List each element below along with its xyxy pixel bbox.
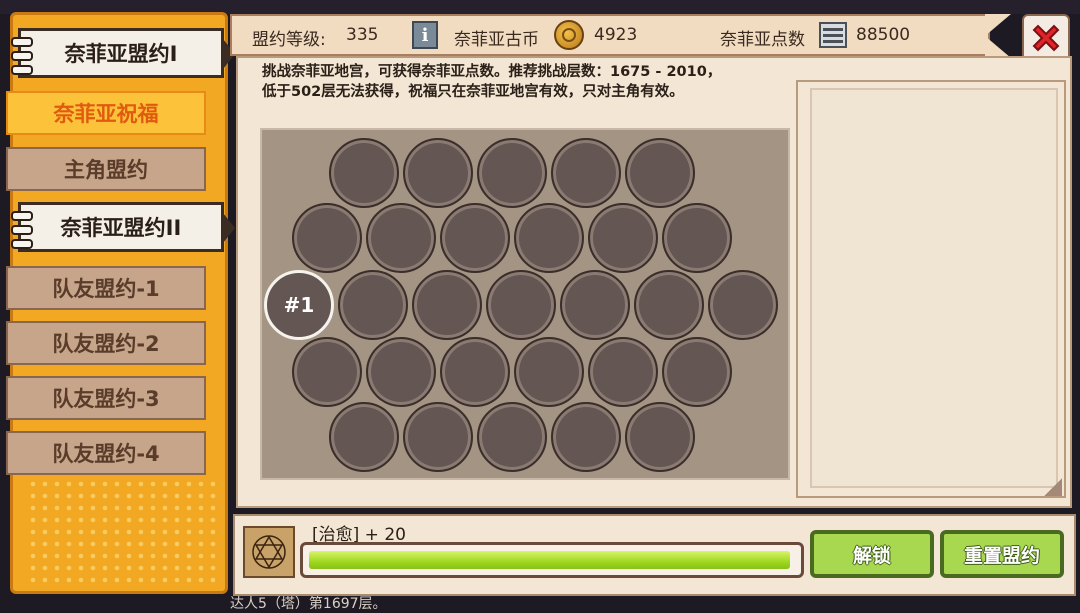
blessing-node[interactable] (551, 402, 621, 472)
red-x-icon (1032, 24, 1060, 52)
background-text: 达人5（塔）第1697层。 (230, 596, 387, 612)
blessing-node[interactable] (588, 337, 658, 407)
sidebar-item-teammate-covenant-1[interactable]: 队友盟约-1 (6, 266, 206, 310)
covenant-level-label: 盟约等级: (252, 30, 326, 50)
blessing-node[interactable] (292, 337, 362, 407)
nephia-points-label: 奈菲亚点数 (720, 30, 805, 50)
blessing-node[interactable] (440, 203, 510, 273)
blessing-node[interactable] (708, 270, 778, 340)
sidebar-item-teammate-covenant-2[interactable]: 队友盟约-2 (6, 321, 206, 365)
blessing-node[interactable] (634, 270, 704, 340)
description: 挑战奈菲亚地宫，可获得奈菲亚点数。推荐挑战层数：1675 - 2010， 低于5… (262, 62, 792, 102)
sidebar-item-teammate-covenant-3[interactable]: 队友盟约-3 (6, 376, 206, 420)
sidebar-item-label: 队友盟约-4 (52, 442, 160, 466)
sidebar-item-label: 奈菲亚盟约II (60, 216, 182, 240)
blessing-node[interactable] (625, 402, 695, 472)
description-line: 低于502层无法获得，祝福只在奈菲亚地宫有效，只对主角有效。 (262, 84, 684, 100)
blessing-node[interactable] (366, 203, 436, 273)
sidebar-item-label: 队友盟约-1 (52, 277, 160, 301)
blessing-node[interactable] (560, 270, 630, 340)
sidebar-item-nephia-covenant-1[interactable]: 奈菲亚盟约I (11, 28, 235, 78)
blessing-node[interactable] (329, 402, 399, 472)
blessing-node[interactable] (625, 138, 695, 208)
sidebar-item-teammate-covenant-4[interactable]: 队友盟约-4 (6, 431, 206, 475)
gold-coin-icon (554, 20, 584, 50)
blessing-node-unlocked[interactable]: #1 (264, 270, 334, 340)
spiral-ring-icon (11, 65, 33, 75)
blessing-node[interactable] (329, 138, 399, 208)
sidebar-item-label: 奈菲亚祝福 (53, 102, 159, 126)
blessing-node[interactable] (514, 337, 584, 407)
node-label: #1 (283, 293, 315, 317)
sidebar-item-nephia-covenant-2[interactable]: 奈菲亚盟约II (11, 202, 235, 252)
progress-bar (300, 542, 804, 578)
blessing-node[interactable] (440, 337, 510, 407)
progress-bar-fill (309, 551, 790, 569)
blessing-node[interactable] (477, 402, 547, 472)
resource-bar: 盟约等级: 335 i 奈菲亚古币 4923 奈菲亚点数 88500 (230, 14, 990, 56)
spiral-ring-icon (11, 51, 33, 61)
hexagram-emblem-icon (243, 526, 295, 578)
unlock-button[interactable]: 解锁 (810, 530, 934, 578)
sidebar-item-hero-covenant[interactable]: 主角盟约 (6, 147, 206, 191)
blessing-node[interactable] (662, 337, 732, 407)
sidebar-item-label: 主角盟约 (64, 158, 148, 182)
blessing-node[interactable] (403, 402, 473, 472)
blessing-node[interactable] (551, 138, 621, 208)
blessing-node[interactable] (403, 138, 473, 208)
reset-covenant-button[interactable]: 重置盟约 (940, 530, 1064, 578)
description-line: 挑战奈菲亚地宫，可获得奈菲亚点数。推荐挑战层数：1675 - 2010， (262, 64, 722, 80)
blessing-node[interactable] (366, 337, 436, 407)
ticket-icon (819, 22, 847, 48)
nephia-points-value: 88500 (856, 25, 911, 45)
info-icon[interactable]: i (412, 21, 438, 49)
sidebar-item-label: 队友盟约-3 (52, 387, 160, 411)
blessing-node[interactable] (514, 203, 584, 273)
spiral-ring-icon (11, 225, 33, 235)
nephia-coin-label: 奈菲亚古币 (454, 30, 539, 50)
blessing-node[interactable] (486, 270, 556, 340)
blessing-node[interactable] (662, 203, 732, 273)
sidebar-pattern (27, 478, 223, 583)
blessing-node[interactable] (292, 203, 362, 273)
sidebar-item-nephia-blessing[interactable]: 奈菲亚祝福 (6, 91, 206, 135)
blessing-node[interactable] (338, 270, 408, 340)
detail-panel-inner (810, 88, 1058, 488)
covenant-level-value: 335 (346, 25, 379, 45)
sidebar-item-label: 奈菲亚盟约I (64, 42, 178, 66)
blessing-node[interactable] (588, 203, 658, 273)
spiral-ring-icon (11, 211, 33, 221)
nephia-coin-value: 4923 (594, 25, 638, 45)
spiral-ring-icon (11, 37, 33, 47)
blessing-node[interactable] (412, 270, 482, 340)
bar-end-flag (985, 14, 1011, 58)
sidebar-item-label: 队友盟约-2 (52, 332, 160, 356)
close-button[interactable] (1022, 14, 1070, 62)
spiral-ring-icon (11, 239, 33, 249)
blessing-node[interactable] (477, 138, 547, 208)
corner-fold-icon (1044, 478, 1062, 496)
